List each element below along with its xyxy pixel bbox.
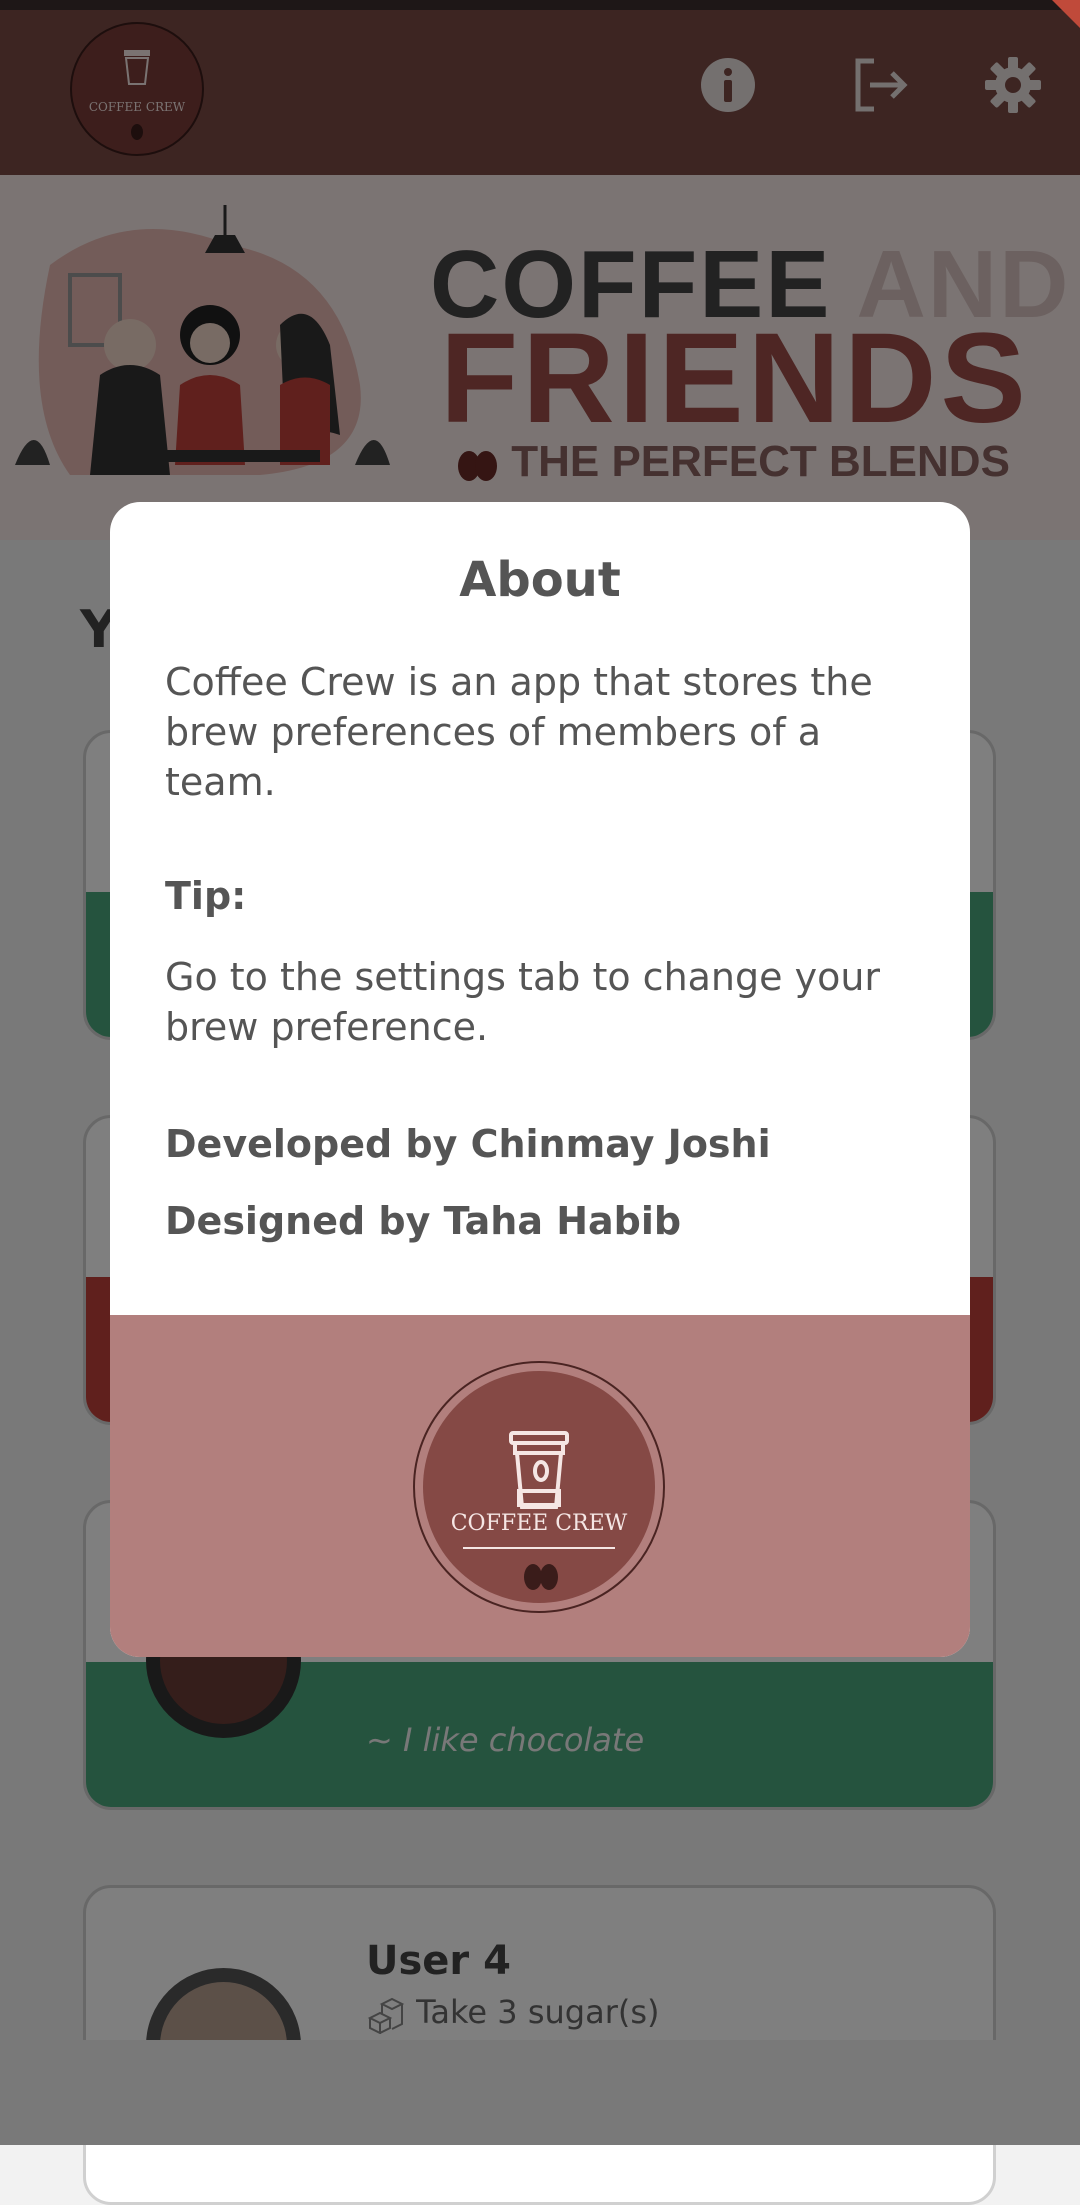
tip-label: Tip:	[165, 874, 247, 918]
debug-banner-corner	[1052, 0, 1080, 28]
about-dialog: About Coffee Crew is an app that stores …	[110, 502, 970, 1657]
coffee-cup-logo-icon	[509, 1431, 569, 1590]
dialog-description: Coffee Crew is an app that stores the br…	[165, 660, 873, 804]
designer-credit: Designed by Taha Habib	[165, 1199, 682, 1243]
dialog-title: About	[459, 552, 621, 608]
footer-logo: COFFEE CREW	[413, 1361, 665, 1613]
footer-logo-text: COFFEE CREW	[450, 1511, 628, 1536]
footer-logo-rule	[463, 1547, 615, 1549]
dialog-footer: COFFEE CREW	[110, 1315, 970, 1657]
tip-text: Go to the settings tab to change your br…	[165, 955, 881, 1049]
developer-credit: Developed by Chinmay Joshi	[165, 1122, 771, 1166]
